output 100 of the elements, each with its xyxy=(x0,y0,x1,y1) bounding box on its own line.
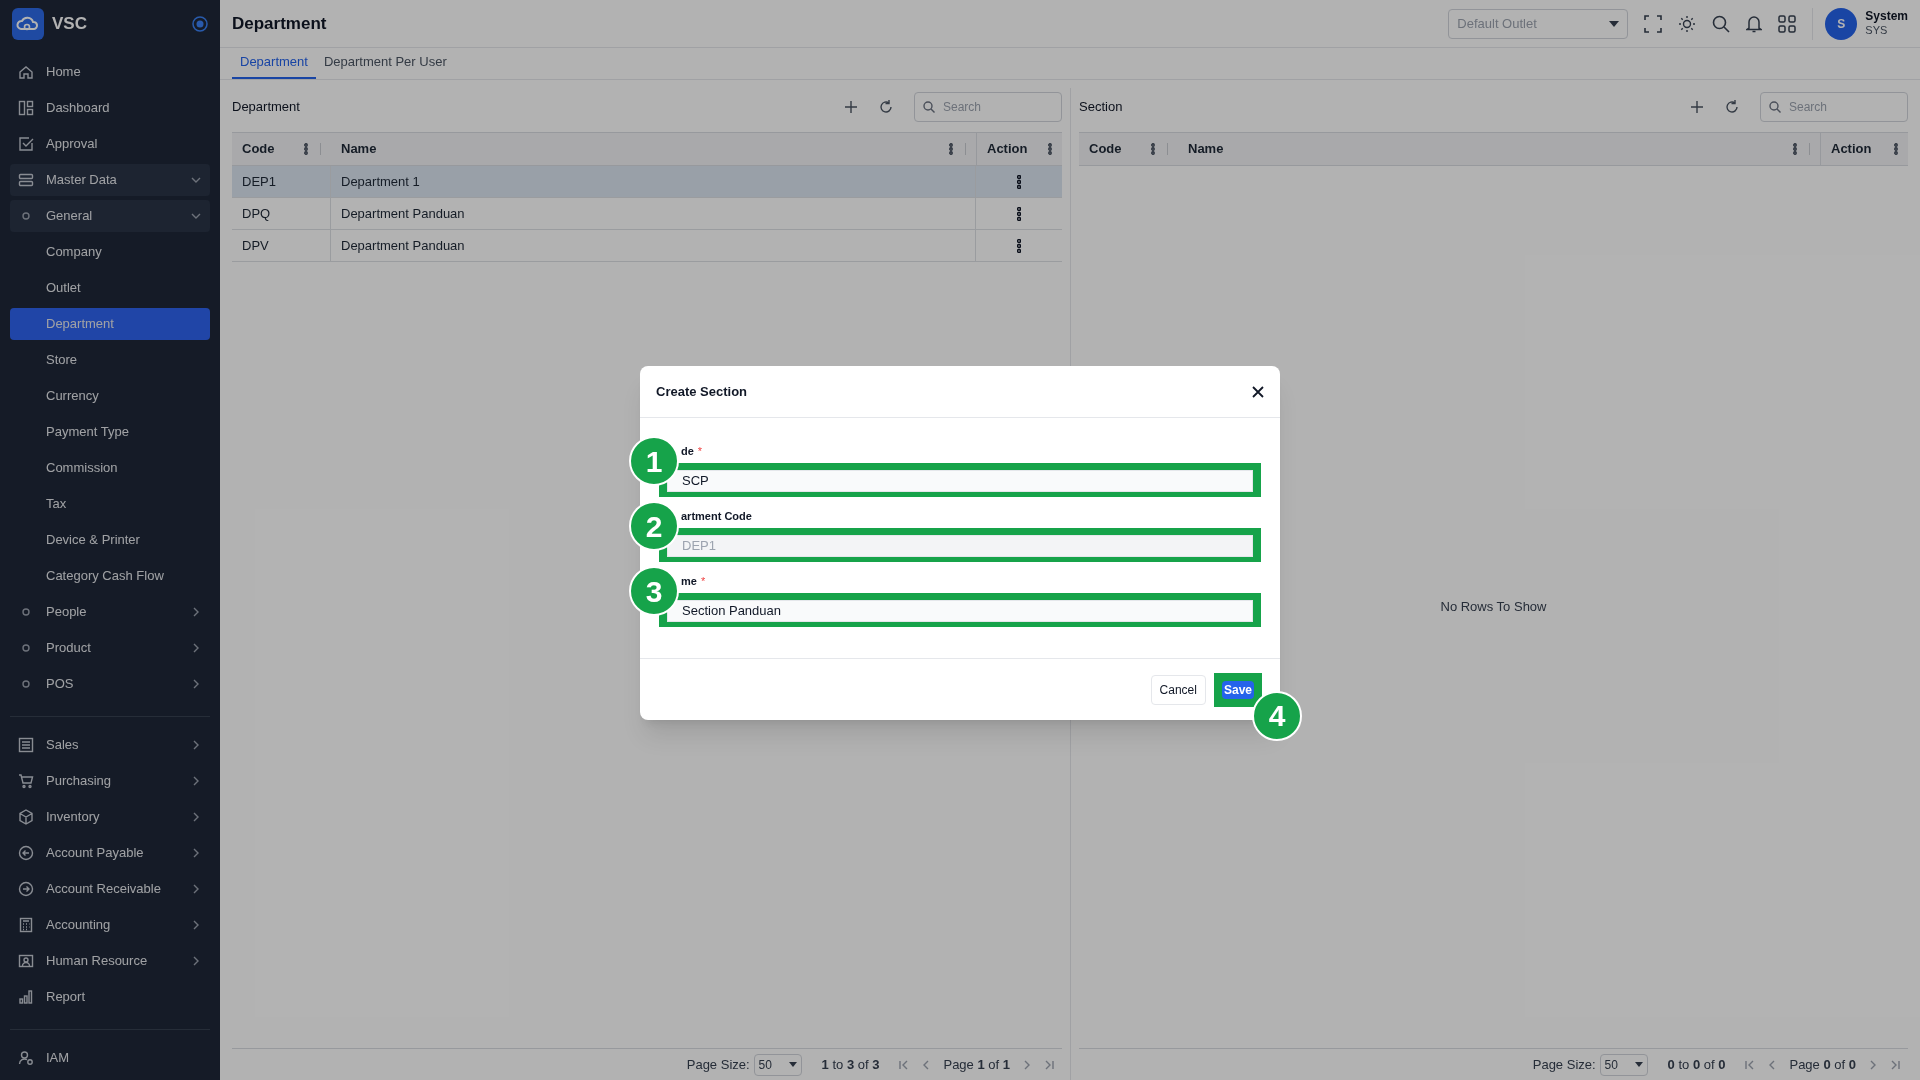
sidebar-item[interactable]: Inventory xyxy=(10,801,210,833)
column-header[interactable]: Code xyxy=(242,139,300,159)
sun-icon[interactable] xyxy=(1678,14,1697,33)
column-header[interactable]: Code xyxy=(1089,139,1147,159)
row-range: 1 to 3 of 3 xyxy=(821,1055,880,1074)
page-size-select[interactable]: 50 xyxy=(753,1053,802,1076)
page-size-label: Page Size: xyxy=(1532,1055,1596,1074)
page-size-label: Page Size: xyxy=(686,1055,750,1074)
sidebar-item[interactable]: Report xyxy=(10,981,210,1013)
close-icon[interactable] xyxy=(1252,385,1264,398)
table-cell: Department Panduan xyxy=(331,198,976,229)
list-icon xyxy=(18,737,34,753)
plus-icon[interactable] xyxy=(844,100,858,114)
sidebar-item[interactable]: Device & Printer xyxy=(10,524,210,556)
search-icon[interactable] xyxy=(1712,14,1731,33)
radio-icon[interactable] xyxy=(192,16,208,32)
bell-icon[interactable] xyxy=(1746,14,1763,33)
server-icon xyxy=(18,172,34,188)
more-icon[interactable] xyxy=(1017,206,1021,221)
sidebar-item[interactable]: Home xyxy=(10,56,210,88)
table-row[interactable]: DEP1 Department 1 xyxy=(232,166,1062,198)
more-icon[interactable] xyxy=(1017,238,1021,253)
cloud-logo-icon xyxy=(12,8,44,40)
table-row[interactable]: DPQ Department Panduan xyxy=(232,198,1062,230)
column-header[interactable]: Name xyxy=(341,139,945,159)
next-page-icon[interactable] xyxy=(1022,1059,1032,1070)
user-name: System xyxy=(1865,9,1908,25)
required-mark: * xyxy=(697,443,703,459)
sidebar-item[interactable]: Purchasing xyxy=(10,765,210,797)
arrow-left-circle-icon xyxy=(18,845,34,861)
sidebar-item[interactable]: Store xyxy=(10,344,210,376)
sidebar-item[interactable]: Commission xyxy=(10,452,210,484)
sidebar-item[interactable]: Outlet xyxy=(10,272,210,304)
empty-message: No Rows To Show xyxy=(1440,598,1547,617)
column-header[interactable]: Action xyxy=(987,139,1044,159)
sidebar-item[interactable]: Sales xyxy=(10,729,210,761)
input-field[interactable]: SCP xyxy=(667,469,1253,492)
id-card-icon xyxy=(18,953,34,969)
first-page-icon[interactable] xyxy=(1745,1059,1756,1070)
caret-icon xyxy=(1609,20,1620,27)
sidebar-item[interactable]: Product xyxy=(10,632,210,664)
grid-icon[interactable] xyxy=(1778,14,1797,33)
sidebar-item[interactable]: Currency xyxy=(10,380,210,412)
page-indicator: Page 0 of 0 xyxy=(1789,1055,1856,1074)
search-field[interactable]: Search xyxy=(914,92,1062,122)
sidebar-item[interactable]: Category Cash Flow xyxy=(10,560,210,592)
sidebar-item[interactable]: IAM xyxy=(10,1042,210,1074)
sidebar-item[interactable]: Company xyxy=(10,236,210,268)
field-label: de xyxy=(680,443,694,459)
sidebar-item[interactable]: Account Payable xyxy=(10,837,210,869)
next-page-icon[interactable] xyxy=(1868,1059,1878,1070)
sidebar-item[interactable]: Account Receivable xyxy=(10,873,210,905)
required-mark: * xyxy=(700,573,706,589)
column-header[interactable]: Action xyxy=(1831,139,1890,159)
input-field[interactable]: Section Panduan xyxy=(667,599,1253,622)
sidebar-item[interactable]: POS xyxy=(10,668,210,700)
sidebar-item[interactable]: Accounting xyxy=(10,909,210,941)
last-page-icon[interactable] xyxy=(1044,1059,1054,1070)
column-header[interactable]: Name xyxy=(1188,139,1789,159)
search-icon xyxy=(923,101,935,113)
tab[interactable]: Department Per User xyxy=(315,47,455,79)
refresh-icon[interactable] xyxy=(1724,99,1740,115)
home-icon xyxy=(18,64,34,80)
sidebar-item[interactable]: Master Data xyxy=(10,164,210,196)
sidebar-item[interactable]: Approval xyxy=(10,128,210,160)
plus-icon[interactable] xyxy=(1690,100,1704,114)
caret-icon xyxy=(788,1062,797,1067)
table-row[interactable]: DPV Department Panduan xyxy=(232,230,1062,262)
cube-icon xyxy=(18,809,34,825)
last-page-icon[interactable] xyxy=(1890,1059,1900,1070)
search-icon xyxy=(1769,101,1781,113)
more-icon[interactable] xyxy=(1017,174,1021,189)
caret-icon xyxy=(1634,1062,1643,1067)
dialog-title: Create Section xyxy=(656,382,749,401)
arrow-right-circle-icon xyxy=(18,881,34,897)
sidebar-item[interactable]: People xyxy=(10,596,210,628)
user-avatar[interactable]: S xyxy=(1825,7,1858,40)
first-page-icon[interactable] xyxy=(899,1059,910,1070)
sidebar-item[interactable]: Payment Type xyxy=(10,416,210,448)
panel-title: Section xyxy=(1079,98,1124,117)
table-cell: Department Panduan xyxy=(331,230,976,261)
tab[interactable]: Department xyxy=(232,47,316,79)
sidebar-item[interactable]: Human Resource xyxy=(10,945,210,977)
table-cell: DPV xyxy=(232,230,331,261)
page-size-select[interactable]: 50 xyxy=(1599,1053,1648,1076)
sidebar-item[interactable]: General xyxy=(10,200,210,232)
sidebar-item[interactable]: Tax xyxy=(10,488,210,520)
table-cell: Department 1 xyxy=(331,166,976,197)
user-code: SYS xyxy=(1865,24,1889,38)
refresh-icon[interactable] xyxy=(878,99,894,115)
field-label: me xyxy=(680,573,697,589)
sidebar-item[interactable]: Dashboard xyxy=(10,92,210,124)
cancel-button[interactable]: Cancel xyxy=(1150,674,1206,705)
table-cell: DEP1 xyxy=(232,166,331,197)
fullscreen-icon[interactable] xyxy=(1644,14,1663,33)
layout-icon xyxy=(18,100,34,116)
row-range: 0 to 0 of 0 xyxy=(1667,1055,1726,1074)
save-button[interactable]: Save xyxy=(1221,680,1254,699)
checkbox-icon xyxy=(18,136,34,152)
search-field[interactable]: Search xyxy=(1760,92,1908,122)
